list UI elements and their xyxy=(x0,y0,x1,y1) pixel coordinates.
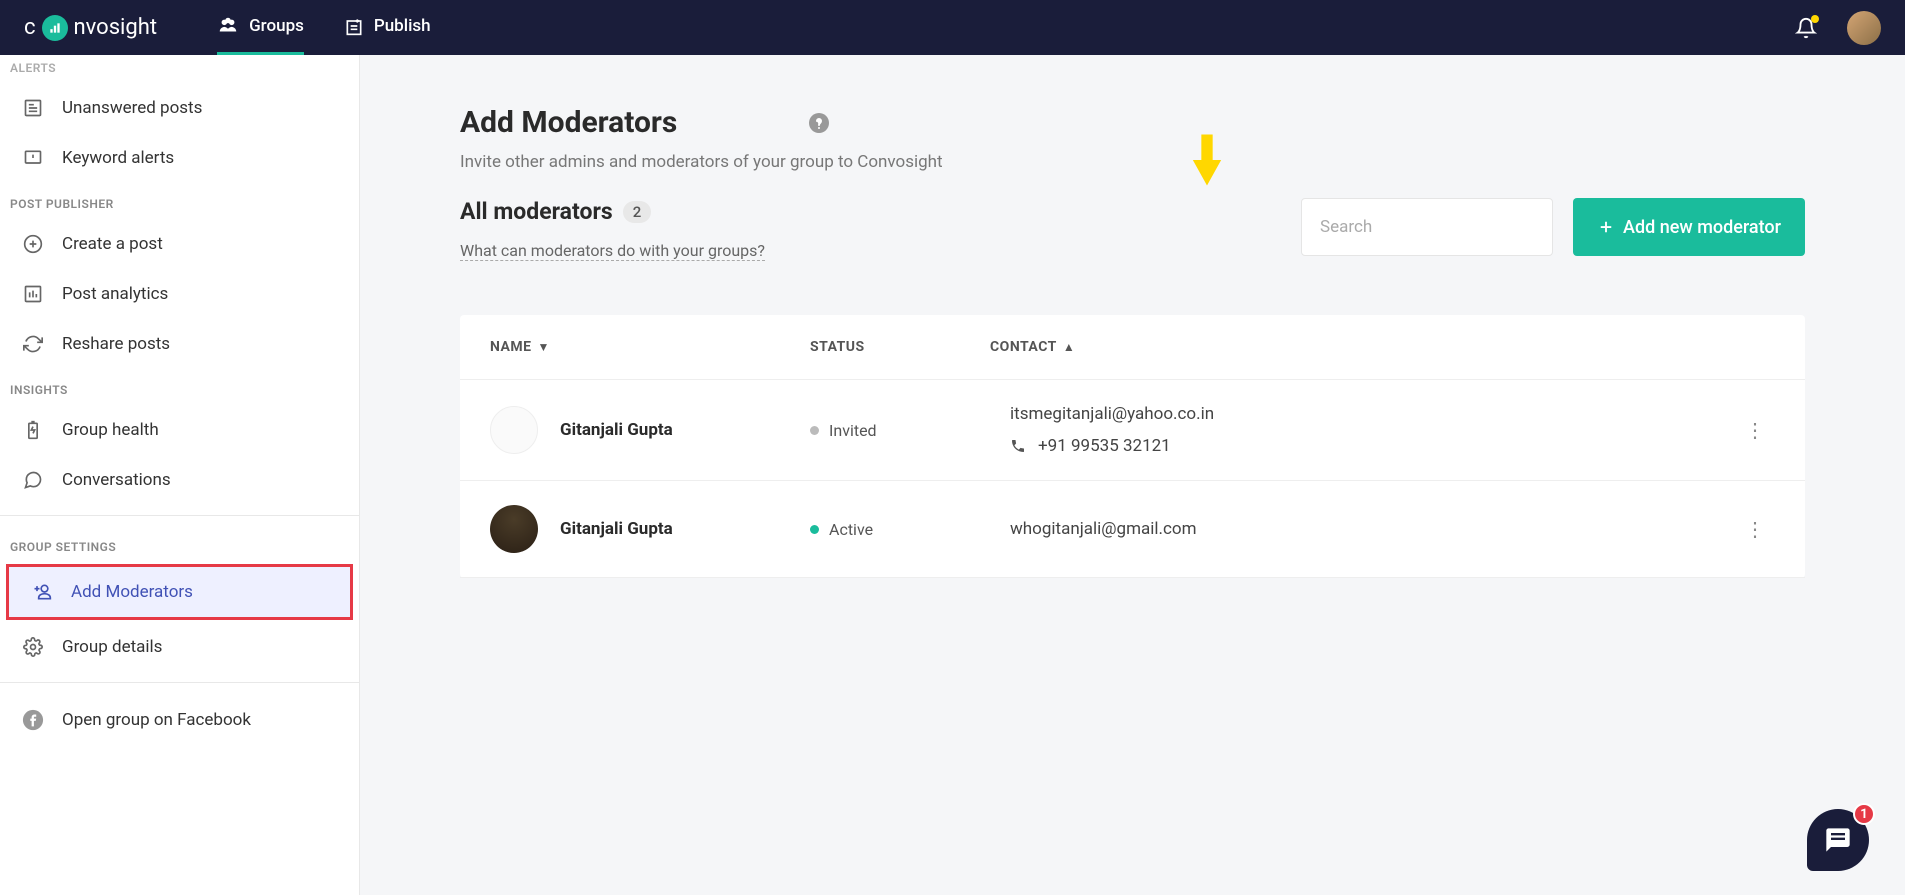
table-header: NAME▼ STATUS CONTACT▲ xyxy=(460,315,1805,380)
row-actions-button[interactable]: ⋮ xyxy=(1735,418,1775,442)
annotation-arrow-icon xyxy=(1190,133,1224,187)
sidebar-group-details[interactable]: Group details xyxy=(0,622,359,672)
sidebar-item-label: Add Moderators xyxy=(71,582,193,602)
nav-right xyxy=(1795,11,1881,45)
col-name[interactable]: NAME▼ xyxy=(490,339,810,355)
status-dot xyxy=(810,525,819,534)
gear-icon xyxy=(22,636,44,658)
col-status[interactable]: STATUS xyxy=(810,339,990,355)
sidebar-add-moderators[interactable]: Add Moderators xyxy=(9,567,350,617)
annotation-highlight: Add Moderators xyxy=(6,564,353,620)
page-title: Add Moderators xyxy=(460,105,677,140)
sidebar-reshare-posts[interactable]: Reshare posts xyxy=(0,319,359,369)
sidebar-item-label: Conversations xyxy=(62,470,171,490)
sidebar-item-label: Unanswered posts xyxy=(62,98,202,118)
status-text: Invited xyxy=(829,421,877,440)
sidebar-post-analytics[interactable]: Post analytics xyxy=(0,269,359,319)
row-actions-button[interactable]: ⋮ xyxy=(1735,517,1775,541)
plus-icon xyxy=(1597,218,1615,236)
publish-icon xyxy=(344,16,364,36)
table-row: Gitanjali Gupta Active whogitanjali@gmai… xyxy=(460,481,1805,578)
section-publisher: POST PUBLISHER xyxy=(0,183,359,219)
section-insights: INSIGHTS xyxy=(0,369,359,405)
chat-button[interactable]: 1 xyxy=(1807,809,1869,871)
alert-icon xyxy=(22,147,44,169)
logo[interactable]: c nvosight xyxy=(24,15,157,41)
all-moderators-heading: All moderators xyxy=(460,198,613,225)
notifications-button[interactable] xyxy=(1795,17,1817,39)
chat-badge: 1 xyxy=(1853,803,1875,825)
add-moderator-button[interactable]: Add new moderator xyxy=(1573,198,1805,256)
add-button-label: Add new moderator xyxy=(1623,217,1781,238)
notification-dot xyxy=(1811,15,1819,23)
list-icon xyxy=(22,97,44,119)
nav-groups-label: Groups xyxy=(249,16,304,36)
facebook-icon xyxy=(22,709,44,731)
sidebar-item-label: Group health xyxy=(62,420,159,440)
logo-text-post: nvosight xyxy=(74,15,158,40)
table-row: Gitanjali Gupta Invited itsmegitanjali@y… xyxy=(460,380,1805,481)
battery-icon xyxy=(22,419,44,441)
page-subtitle: Invite other admins and moderators of yo… xyxy=(460,152,1805,172)
nav-items: Groups Publish xyxy=(217,0,431,55)
chat-icon xyxy=(22,469,44,491)
sidebar-group-health[interactable]: Group health xyxy=(0,405,359,455)
moderator-avatar xyxy=(490,505,538,553)
moderator-count-badge: 2 xyxy=(623,201,652,223)
sidebar-item-label: Group details xyxy=(62,637,162,657)
col-contact[interactable]: CONTACT▲ xyxy=(990,339,1775,355)
sidebar-item-label: Reshare posts xyxy=(62,334,170,354)
sidebar-create-post[interactable]: Create a post xyxy=(0,219,359,269)
moderator-name: Gitanjali Gupta xyxy=(560,519,673,539)
sidebar-conversations[interactable]: Conversations xyxy=(0,455,359,505)
sort-desc-icon: ▼ xyxy=(538,340,550,354)
sidebar-item-label: Create a post xyxy=(62,234,163,254)
moderator-phone: +91 99535 32121 xyxy=(1038,436,1171,456)
nav-publish[interactable]: Publish xyxy=(344,0,431,55)
top-nav: c nvosight Groups Publish xyxy=(0,0,1905,55)
sidebar-open-facebook[interactable]: Open group on Facebook xyxy=(0,693,359,747)
hint-link[interactable]: What can moderators do with your groups? xyxy=(460,241,765,261)
phone-icon xyxy=(1010,438,1026,454)
moderator-name: Gitanjali Gupta xyxy=(560,420,673,440)
sidebar-item-label: Open group on Facebook xyxy=(62,710,251,730)
moderator-email: itsmegitanjali@yahoo.co.in xyxy=(1010,404,1214,424)
sidebar: ALERTS Unanswered posts Keyword alerts P… xyxy=(0,55,360,895)
moderator-avatar xyxy=(490,406,538,454)
sidebar-item-label: Keyword alerts xyxy=(62,148,174,168)
chat-bubble-icon xyxy=(1824,826,1852,854)
nav-publish-label: Publish xyxy=(374,16,431,36)
section-alerts: ALERTS xyxy=(0,55,359,83)
logo-icon xyxy=(42,15,68,41)
moderators-table: NAME▼ STATUS CONTACT▲ Gitanjali Gupta In… xyxy=(460,315,1805,578)
moderator-email: whogitanjali@gmail.com xyxy=(1010,519,1197,539)
search-input[interactable] xyxy=(1301,198,1553,256)
refresh-icon xyxy=(22,333,44,355)
main-content: Add Moderators Invite other admins and m… xyxy=(360,55,1905,895)
sort-asc-icon: ▲ xyxy=(1063,340,1075,354)
person-add-icon xyxy=(31,581,53,603)
status-text: Active xyxy=(829,520,873,539)
section-group-settings: GROUP SETTINGS xyxy=(0,526,359,562)
nav-groups[interactable]: Groups xyxy=(217,0,304,55)
chart-icon xyxy=(22,283,44,305)
status-dot xyxy=(810,426,819,435)
groups-icon xyxy=(217,15,239,37)
sidebar-unanswered-posts[interactable]: Unanswered posts xyxy=(0,83,359,133)
sidebar-keyword-alerts[interactable]: Keyword alerts xyxy=(0,133,359,183)
user-avatar[interactable] xyxy=(1847,11,1881,45)
logo-text-pre: c xyxy=(24,15,36,40)
sidebar-item-label: Post analytics xyxy=(62,284,168,304)
help-icon[interactable] xyxy=(807,111,831,135)
plus-circle-icon xyxy=(22,233,44,255)
